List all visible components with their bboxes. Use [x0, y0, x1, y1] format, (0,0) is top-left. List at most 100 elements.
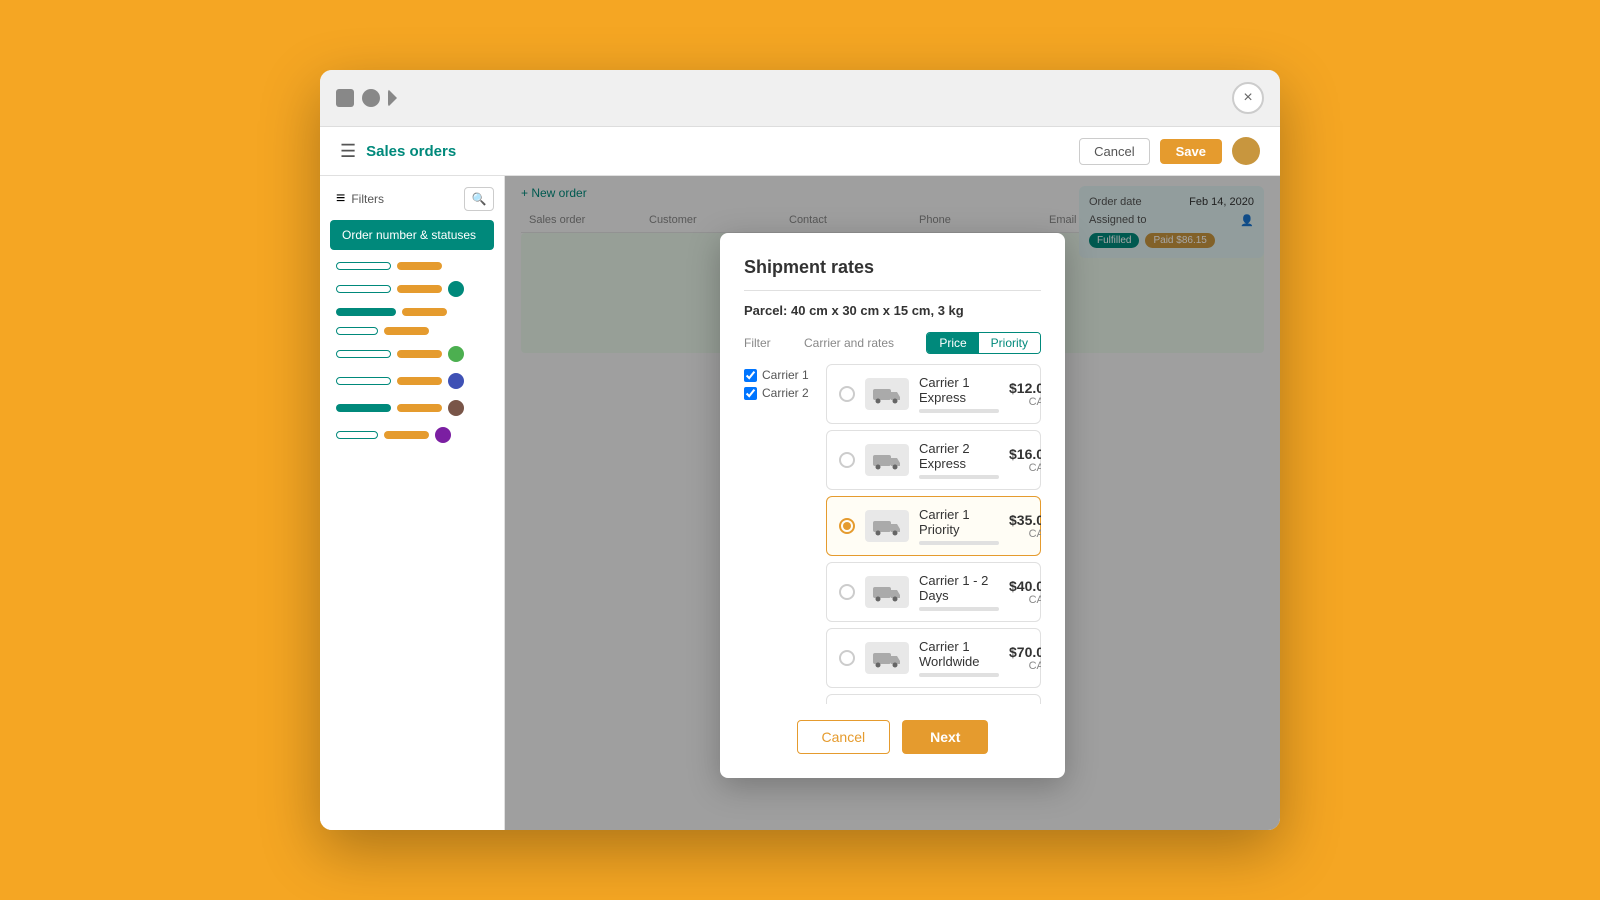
- list-item: [330, 423, 494, 447]
- rate-currency: CAD: [1009, 396, 1041, 408]
- rate-radio-c2express[interactable]: [839, 452, 855, 468]
- close-icon[interactable]: ×: [1232, 82, 1264, 114]
- bar-orange: [402, 308, 447, 316]
- rate-bar: [919, 541, 999, 545]
- carrier-filter-group: Carrier 1 Carrier 2: [744, 364, 814, 720]
- truck-icon: [865, 576, 909, 608]
- modal-body: Carrier 1 Carrier 2: [744, 364, 1041, 720]
- content-area: ≡ Filters 🔍 Order number & statuses: [320, 176, 1280, 830]
- priority-toggle-btn[interactable]: Priority: [979, 333, 1040, 353]
- rate-radio-c12days[interactable]: [839, 584, 855, 600]
- bar-orange: [397, 262, 442, 270]
- bar-orange: [397, 350, 442, 358]
- sidebar: ≡ Filters 🔍 Order number & statuses: [320, 176, 505, 830]
- list-item: [330, 304, 494, 320]
- rate-row-c2express[interactable]: Carrier 2 Express $16.00 CAD: [826, 430, 1041, 490]
- price-priority-toggle: Price Priority: [926, 332, 1041, 354]
- rate-row-c1express[interactable]: Carrier 1 Express $12.00 CAD: [826, 364, 1041, 424]
- rate-amount: $70.00: [1009, 644, 1041, 660]
- rate-info-c1express: Carrier 1 Express: [919, 375, 999, 413]
- bar-orange: [397, 377, 442, 385]
- avatar: [1232, 137, 1260, 165]
- list-item: [330, 342, 494, 366]
- list-item: [330, 323, 494, 339]
- order-section: Order number & statuses: [330, 220, 494, 447]
- browser-circle-btn[interactable]: [362, 89, 380, 107]
- rate-row-c1priority[interactable]: Carrier 1 Priority $35.00 CAD: [826, 496, 1041, 556]
- rate-name-c1priority: Carrier 1 Priority: [919, 507, 999, 537]
- filter-row: Filter Carrier and rates Price Priority: [744, 332, 1041, 354]
- carrier-rates-col: Carrier and rates: [804, 336, 926, 350]
- list-item: [330, 277, 494, 301]
- bar-green: [336, 308, 396, 316]
- app-content: ☰ Sales orders Cancel Save ≡ Filters 🔍: [320, 127, 1280, 830]
- rate-info-c1worldwide: Carrier 1 Worldwide: [919, 639, 999, 677]
- status-dot: [448, 373, 464, 389]
- rate-amount: $16.00: [1009, 446, 1041, 462]
- rate-radio-c1priority[interactable]: [839, 518, 855, 534]
- rate-price-c1priority: $35.00 CAD: [1009, 512, 1041, 540]
- bar-orange: [384, 327, 429, 335]
- carrier2-label: Carrier 2: [762, 386, 809, 400]
- status-dot: [448, 400, 464, 416]
- bar-orange: [397, 404, 442, 412]
- rate-bar: [919, 409, 999, 413]
- truck-icon: [865, 378, 909, 410]
- page-title: Sales orders: [366, 143, 456, 160]
- bar-orange: [384, 431, 429, 439]
- sidebar-filter[interactable]: ≡ Filters: [330, 186, 390, 212]
- rate-radio-c1worldwide[interactable]: [839, 650, 855, 666]
- rate-amount: $12.00: [1009, 380, 1041, 396]
- rate-bar: [919, 607, 999, 611]
- browser-titlebar: ×: [320, 70, 1280, 127]
- menu-icon[interactable]: ☰: [340, 141, 356, 162]
- truck-icon: [865, 444, 909, 476]
- rate-price-c1express: $12.00 CAD: [1009, 380, 1041, 408]
- header-right: Cancel Save: [1079, 137, 1260, 165]
- browser-square-btn[interactable]: [336, 89, 354, 107]
- header-left: ☰ Sales orders: [340, 141, 456, 162]
- modal-next-button[interactable]: Next: [902, 720, 988, 754]
- carrier1-label: Carrier 1: [762, 368, 809, 382]
- rate-bar: [919, 673, 999, 677]
- bar-green: [336, 404, 391, 412]
- carrier1-checkbox[interactable]: Carrier 1: [744, 368, 814, 382]
- toggle-group: Price Priority: [926, 332, 1041, 354]
- modal-cancel-button[interactable]: Cancel: [797, 720, 891, 754]
- rate-currency: CAD: [1009, 594, 1041, 606]
- truck-icon: [865, 642, 909, 674]
- rate-price-c1worldwide: $70.00 CAD: [1009, 644, 1041, 672]
- bar-orange: [397, 285, 442, 293]
- status-dot: [435, 427, 451, 443]
- order-section-header[interactable]: Order number & statuses: [330, 220, 494, 250]
- app-header: ☰ Sales orders Cancel Save: [320, 127, 1280, 176]
- browser-triangle-btn[interactable]: [388, 89, 397, 107]
- carrier2-input[interactable]: [744, 387, 757, 400]
- price-toggle-btn[interactable]: Price: [927, 333, 978, 353]
- save-button[interactable]: Save: [1160, 139, 1222, 164]
- cancel-button[interactable]: Cancel: [1079, 138, 1149, 165]
- rate-row-c12days[interactable]: Carrier 1 - 2 Days $40.00 CAD: [826, 562, 1041, 622]
- list-item: [330, 258, 494, 274]
- status-dot: [448, 281, 464, 297]
- main-panel: + New order Sales order Customer Contact…: [505, 176, 1280, 830]
- rate-amount: $35.00: [1009, 512, 1041, 528]
- rates-list: Carrier 1 Express $12.00 CAD: [826, 364, 1041, 704]
- rate-info-c2express: Carrier 2 Express: [919, 441, 999, 479]
- carrier2-checkbox[interactable]: Carrier 2: [744, 386, 814, 400]
- rate-name-c12days: Carrier 1 - 2 Days: [919, 573, 999, 603]
- bar-outline: [336, 327, 378, 335]
- rate-info-c12days: Carrier 1 - 2 Days: [919, 573, 999, 611]
- rate-name-c1worldwide: Carrier 1 Worldwide: [919, 639, 999, 669]
- rate-name-c1express: Carrier 1 Express: [919, 375, 999, 405]
- rate-bar: [919, 475, 999, 479]
- bar-outline: [336, 377, 391, 385]
- rate-row-c2overnight[interactable]: Carrier 2 Overnight $70.00 CAD: [826, 694, 1041, 704]
- bar-outline: [336, 262, 391, 270]
- bar-outline: [336, 431, 378, 439]
- search-icon[interactable]: 🔍: [464, 187, 494, 211]
- carrier1-input[interactable]: [744, 369, 757, 382]
- rate-row-c1worldwide[interactable]: Carrier 1 Worldwide $70.00 CAD: [826, 628, 1041, 688]
- rate-radio-c1express[interactable]: [839, 386, 855, 402]
- rate-name-c2express: Carrier 2 Express: [919, 441, 999, 471]
